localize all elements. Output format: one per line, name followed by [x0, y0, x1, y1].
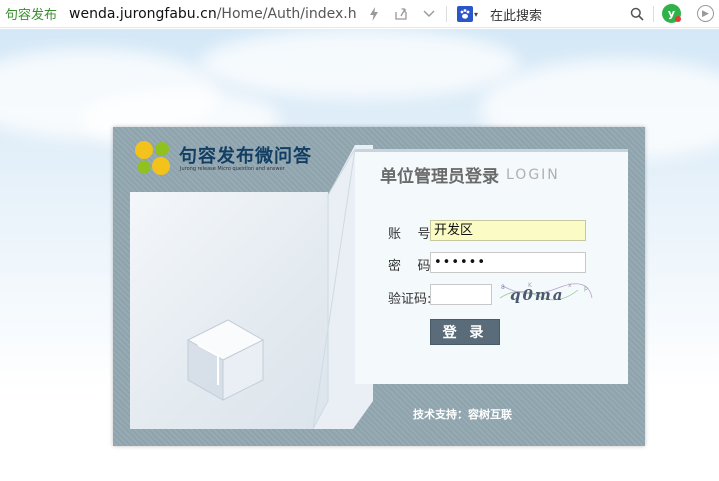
cloud: [200, 29, 520, 99]
svg-text:p: p: [584, 285, 588, 292]
brand-name: 句容发布微问答: [179, 146, 312, 167]
caret-down-icon: ▾: [474, 9, 479, 19]
captcha-input[interactable]: [430, 284, 492, 305]
lightning-icon[interactable]: [366, 6, 382, 22]
share-icon[interactable]: [393, 6, 409, 22]
play-circle-icon[interactable]: ▶: [697, 5, 714, 22]
login-button[interactable]: 登 录: [430, 319, 500, 345]
toolbar-divider: [446, 6, 447, 22]
login-panel: 句容发布微问答 Jurong release Micro question an…: [113, 127, 645, 446]
captcha-image[interactable]: 8 K x p q0ma: [498, 280, 593, 304]
tech-support-text: 技术支持：容树互联: [413, 408, 512, 421]
address-bar[interactable]: wenda.jurongfabu.cn/Home/Auth/index.h: [69, 6, 359, 22]
search-engine-selector[interactable]: ▾: [457, 5, 481, 23]
panel-edge: [355, 149, 628, 152]
decorative-illustration: [130, 192, 328, 429]
page-background: 句容发布微问答 Jurong release Micro question an…: [0, 29, 719, 481]
captcha-text: q0ma: [510, 286, 565, 304]
form-title-en: LOGIN: [506, 167, 560, 183]
search-icon[interactable]: [629, 6, 645, 22]
browser-toolbar: 句容发布 wenda.jurongfabu.cn/Home/Auth/index…: [0, 0, 719, 28]
form-title: 单位管理员登录: [380, 167, 499, 187]
account-input[interactable]: 开发区: [430, 220, 586, 241]
glass-cube-icon: [186, 319, 265, 401]
password-input[interactable]: ••••••: [430, 252, 586, 273]
brand-subtitle: Jurong release Micro question and answer: [180, 166, 285, 172]
password-label: 密 码:: [388, 259, 435, 274]
site-name: 句容发布: [5, 8, 58, 23]
url-host: wenda.jurongfabu.cn: [69, 5, 217, 22]
svg-text:x: x: [568, 282, 572, 289]
logo-icon: [135, 141, 170, 175]
captcha-label: 验证码:: [388, 292, 432, 307]
toolbar-divider: [653, 6, 654, 22]
paw-icon: [457, 6, 473, 22]
svg-text:8: 8: [501, 284, 505, 291]
account-label: 账 号:: [388, 227, 435, 242]
login-form: 单位管理员登录 LOGIN 账 号: 开发区 密 码: •••••• 验证码: …: [355, 149, 628, 384]
notification-dot-icon: [675, 16, 681, 22]
search-input[interactable]: 在此搜索: [490, 5, 542, 24]
url-path: /Home/Auth/index.h: [216, 5, 357, 22]
chevron-down-icon[interactable]: [421, 6, 437, 22]
